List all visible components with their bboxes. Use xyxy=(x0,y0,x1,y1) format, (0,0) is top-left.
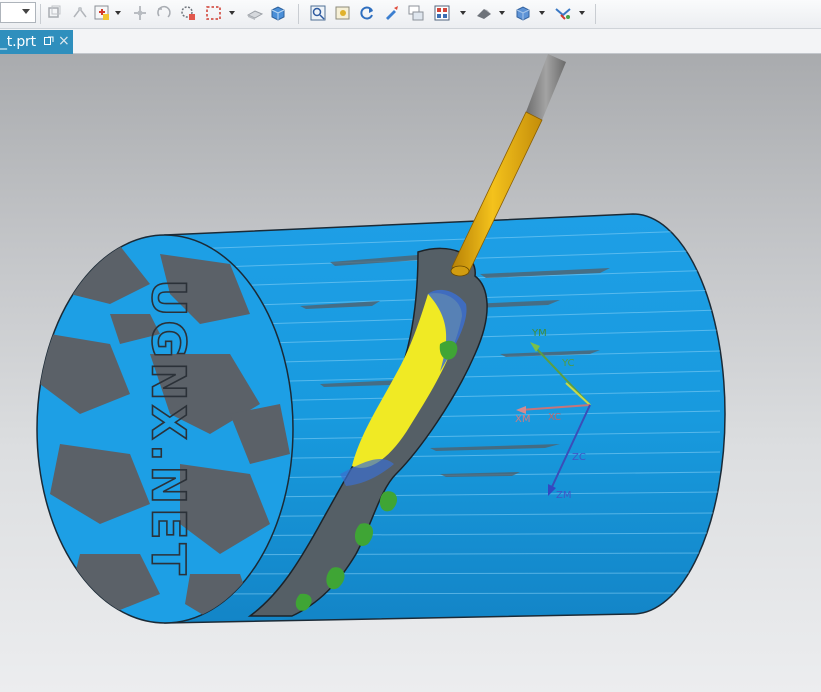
graphics-window[interactable]: UGNX.NET YM YC XM XC ZC ZM xyxy=(0,54,821,692)
zoom-icon[interactable] xyxy=(333,3,353,23)
view-combo[interactable] xyxy=(0,2,36,23)
filter-icon[interactable] xyxy=(553,3,573,23)
engraving-text: UGNX.NET xyxy=(142,279,196,579)
paint-icon[interactable] xyxy=(382,3,402,23)
render-style-icon[interactable] xyxy=(474,3,494,23)
toolbar-divider xyxy=(40,4,41,24)
tab-label: _t.prt xyxy=(0,34,36,50)
zm-label: ZM xyxy=(556,490,571,501)
orient-icon[interactable] xyxy=(44,3,64,23)
toolbar-divider xyxy=(298,4,299,24)
chevron-down-icon[interactable] xyxy=(499,11,505,15)
chevron-down-icon[interactable] xyxy=(115,11,121,15)
chevron-down-icon[interactable] xyxy=(579,11,585,15)
toolbar-divider xyxy=(595,4,596,24)
xc-label: XC xyxy=(548,412,561,423)
tab-part-file[interactable]: _t.prt × xyxy=(0,30,73,54)
chevron-down-icon[interactable] xyxy=(460,11,466,15)
refresh-icon[interactable] xyxy=(357,3,377,23)
move-icon[interactable] xyxy=(130,3,150,23)
ym-label: YM xyxy=(531,328,547,339)
detach-icon[interactable] xyxy=(44,36,54,46)
chevron-down-icon[interactable] xyxy=(539,11,545,15)
close-icon[interactable]: × xyxy=(58,33,70,49)
shade-cube-icon[interactable] xyxy=(513,3,533,23)
solid-box-icon[interactable] xyxy=(268,3,288,23)
zc-label: ZC xyxy=(572,452,586,463)
shaded-view-icon[interactable] xyxy=(245,3,265,23)
marquee-icon[interactable] xyxy=(204,3,224,23)
main-toolbar xyxy=(0,0,821,29)
chevron-down-icon[interactable] xyxy=(229,11,235,15)
chevron-down-icon xyxy=(22,9,30,14)
select-icon[interactable] xyxy=(178,3,198,23)
grid-view-icon[interactable] xyxy=(432,3,452,23)
add-component-icon[interactable] xyxy=(92,3,112,23)
fit-view-icon[interactable] xyxy=(308,3,328,23)
layers-icon[interactable] xyxy=(406,3,426,23)
yc-label: YC xyxy=(561,358,575,369)
rotate-icon[interactable] xyxy=(154,3,174,23)
model-scene: UGNX.NET YM YC XM XC ZC ZM xyxy=(36,54,726,624)
end-face: UGNX.NET xyxy=(36,234,294,624)
snap-icon[interactable] xyxy=(70,3,90,23)
tab-bar: _t.prt × xyxy=(0,29,821,54)
xm-label: XM xyxy=(515,414,530,425)
